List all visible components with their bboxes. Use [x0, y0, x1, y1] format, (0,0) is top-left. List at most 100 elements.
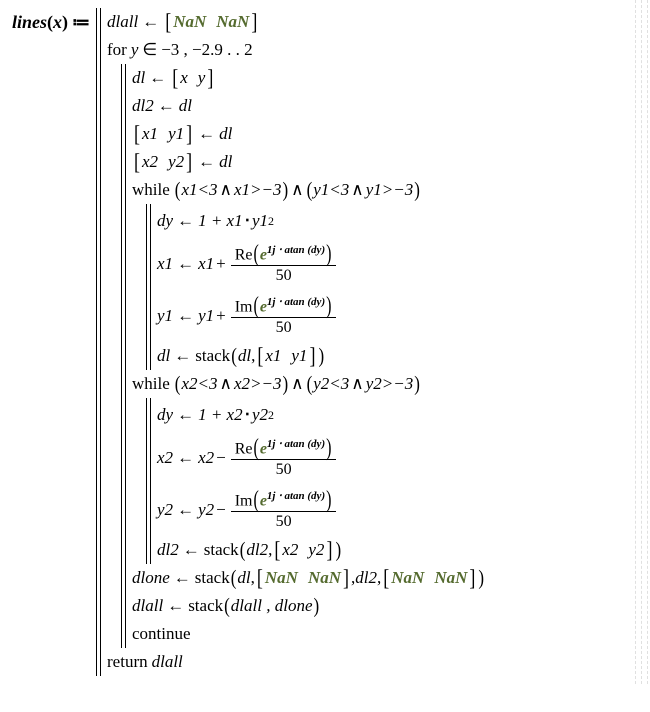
for-var: y [131, 40, 139, 60]
nan: NaN [391, 568, 424, 588]
minus: − [214, 448, 228, 468]
minus: − [214, 500, 228, 520]
line-xy1: [ x1 y1 ] ← dl [132, 120, 485, 148]
line-y1: y1 ← y1 + Im(e1j ⋅ atan (dy)) 50 [157, 290, 339, 342]
b: dl2 [355, 568, 377, 588]
c: x2>−3 [234, 374, 282, 393]
re: Re [235, 246, 253, 263]
nan-1: NaN [173, 12, 206, 32]
line-dlall-init: dlall ← [ NaN NaN ] [107, 8, 485, 36]
cell: y2 [168, 152, 184, 172]
cell: x2 [142, 152, 158, 172]
var-y2: y2 [157, 500, 173, 520]
rhs: dl [179, 96, 192, 116]
func-name: lines [12, 12, 47, 32]
block-0: dlall ← [ NaN NaN ] for y [96, 8, 485, 676]
plus: + [214, 306, 228, 326]
fraction: Im(e1j ⋅ atan (dy)) 50 [231, 295, 337, 337]
line-dlone: dlone ← stack(dl , [NaNNaN] , dl2 , [NaN… [132, 564, 485, 592]
definition-row: lines(x)≔ dlall ← [ NaN NaN ] [12, 8, 638, 676]
for-range: −3 , −2.9 . . 2 [161, 40, 252, 60]
arrow-icon: ← [173, 306, 198, 326]
arrow-icon: ← [170, 346, 195, 366]
c: y1<3 [313, 180, 349, 199]
line-x2: x2 ← x2 − Re(e1j ⋅ atan (dy)) 50 [157, 432, 342, 484]
rhs: dl [219, 124, 232, 144]
stack-fn: stack [204, 540, 239, 560]
square: 2 [268, 214, 274, 229]
arrow-icon: ← [194, 124, 219, 144]
c: x1>−3 [234, 180, 282, 199]
stack-fn: stack [188, 596, 223, 616]
block-2b: dy ← 1 + x2⋅y22 x2 ← x2 − [146, 398, 485, 564]
cell: x1 [265, 346, 281, 366]
code-region: lines(x)≔ dlall ← [ NaN NaN ] [0, 0, 650, 684]
arrow-icon: ← [173, 405, 198, 425]
line-dl: dl ← [ x y ] [132, 64, 485, 92]
cell: y1 [291, 346, 307, 366]
c: y2<3 [313, 374, 349, 393]
a: dl2 [246, 540, 268, 560]
denom: 50 [272, 318, 296, 337]
arrow-icon: ← [154, 96, 179, 116]
return-var: dlall [152, 652, 183, 672]
var-dlall: dlall [132, 596, 163, 616]
e: e [260, 440, 267, 457]
rhs-a: 1 + x1 [198, 211, 243, 231]
denom: 50 [272, 512, 296, 531]
cell: x2 [282, 540, 298, 560]
re: Re [235, 440, 253, 457]
line-dl-stack: dl ← stack(dl , [ x1 y1 ]) [157, 342, 339, 370]
var-dy: dy [157, 405, 173, 425]
while-keyword: while [132, 374, 170, 394]
arrow-icon: ← [163, 596, 188, 616]
rhs-a: 1 + x2 [198, 405, 243, 425]
line-dy1: dy ← 1 + x1⋅y12 [157, 204, 339, 238]
stack-fn: stack [195, 568, 230, 588]
var-dl: dl [157, 346, 170, 366]
a: dl [237, 568, 250, 588]
cell: x [180, 68, 188, 88]
base: x1 [198, 254, 214, 274]
line-while-1: while (x1<3∧x1>−3)∧(y1<3∧y1>−3) [132, 176, 485, 204]
line-dlall2: dlall ← stack(dlall , dlone) [132, 592, 485, 620]
im: Im [235, 298, 253, 315]
e: e [260, 246, 267, 263]
nan-2: NaN [216, 12, 249, 32]
exp: 1j ⋅ atan (dy) [267, 438, 325, 450]
exp: 1j ⋅ atan (dy) [267, 244, 325, 256]
line-x1: x1 ← x1 + Re(e1j ⋅ atan (dy)) 50 [157, 238, 339, 290]
line-dl2-stack: dl2 ← stack(dl2 , [ x2 y2 ]) [157, 536, 342, 564]
lhs: lines(x)≔ [12, 8, 96, 36]
line-continue: continue [132, 620, 485, 648]
c: y2>−3 [366, 374, 414, 393]
e: e [260, 492, 267, 509]
c: y1>−3 [366, 180, 414, 199]
rhs-b: y2 [252, 405, 268, 425]
line-dy2: dy ← 1 + x2⋅y22 [157, 398, 342, 432]
nan: NaN [434, 568, 467, 588]
exp: 1j ⋅ atan (dy) [267, 490, 325, 502]
cell: y1 [168, 124, 184, 144]
line-while-2: while (x2<3∧x2>−3)∧(y2<3∧y2>−3) [132, 370, 485, 398]
arrow-icon: ← [173, 448, 198, 468]
return-keyword: return [107, 652, 148, 672]
rhs-b: y1 [252, 211, 268, 231]
var-dl: dl [132, 68, 145, 88]
cell: y2 [308, 540, 324, 560]
c: x2<3 [181, 374, 217, 393]
block-2a: dy ← 1 + x1⋅y12 x1 ← x1 + [146, 204, 485, 370]
arrow-icon: ← [138, 12, 163, 32]
rhs: dl [219, 152, 232, 172]
arrow-icon: ← [145, 68, 170, 88]
var-dy: dy [157, 211, 173, 231]
matrix-nan: [ NaN NaN ] [163, 12, 259, 33]
plus: + [214, 254, 228, 274]
line-xy2: [ x2 y2 ] ← dl [132, 148, 485, 176]
line-for: for y ∈ −3 , −2.9 . . 2 [107, 36, 485, 64]
var-x1: x1 [157, 254, 173, 274]
var-dl2: dl2 [157, 540, 179, 560]
base: x2 [198, 448, 214, 468]
line-y2: y2 ← y2 − Im(e1j ⋅ atan (dy)) 50 [157, 484, 342, 536]
var-dlone: dlone [132, 568, 170, 588]
